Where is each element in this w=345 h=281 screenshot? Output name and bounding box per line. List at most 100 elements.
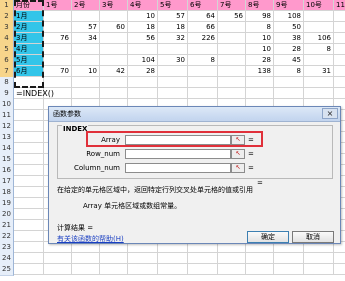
header-cell[interactable]: 3号 <box>100 0 128 11</box>
cell[interactable] <box>72 88 100 99</box>
cell[interactable]: 226 <box>188 33 218 44</box>
cell[interactable] <box>14 264 44 275</box>
cell[interactable]: 18 <box>128 22 158 33</box>
cell[interactable]: 34 <box>72 33 100 44</box>
cell[interactable] <box>14 187 44 198</box>
cell[interactable] <box>14 77 44 88</box>
cell[interactable] <box>72 44 100 55</box>
cell[interactable] <box>246 253 274 264</box>
cell[interactable] <box>334 22 345 33</box>
cell[interactable] <box>158 264 188 275</box>
cell[interactable] <box>128 253 158 264</box>
cell[interactable] <box>100 44 128 55</box>
cell[interactable] <box>334 77 345 88</box>
month-cell[interactable]: 3月 <box>14 33 44 44</box>
header-cell[interactable]: 10号 <box>304 0 334 11</box>
cell[interactable] <box>218 33 246 44</box>
header-cell[interactable]: 1号 <box>44 0 72 11</box>
cell[interactable] <box>218 77 246 88</box>
cell[interactable]: 60 <box>100 22 128 33</box>
cell[interactable] <box>44 11 72 22</box>
cell[interactable] <box>304 88 334 99</box>
cell[interactable] <box>72 11 100 22</box>
cell[interactable] <box>304 11 334 22</box>
cell[interactable] <box>14 209 44 220</box>
cell[interactable] <box>246 77 274 88</box>
cell[interactable]: 50 <box>274 22 304 33</box>
cell[interactable]: 57 <box>158 11 188 22</box>
month-cell[interactable]: 1月 <box>14 11 44 22</box>
cell[interactable] <box>44 44 72 55</box>
cell[interactable] <box>304 22 334 33</box>
cell[interactable] <box>44 77 72 88</box>
cell[interactable]: 106 <box>304 33 334 44</box>
cell[interactable]: 70 <box>44 66 72 77</box>
month-cell[interactable]: 4月 <box>14 44 44 55</box>
cell[interactable]: 66 <box>188 22 218 33</box>
cell[interactable] <box>304 55 334 66</box>
month-cell[interactable]: 2月 <box>14 22 44 33</box>
cell[interactable] <box>14 242 44 253</box>
cell[interactable] <box>158 77 188 88</box>
cell[interactable]: 64 <box>188 11 218 22</box>
cell[interactable] <box>14 231 44 242</box>
cell[interactable]: 57 <box>72 22 100 33</box>
header-cell[interactable]: 6号 <box>188 0 218 11</box>
cell[interactable] <box>274 77 304 88</box>
cell[interactable] <box>100 253 128 264</box>
cell[interactable]: 38 <box>274 33 304 44</box>
cell[interactable] <box>158 88 188 99</box>
cell[interactable] <box>218 253 246 264</box>
formula-cell[interactable]: =INDEX() <box>16 88 54 99</box>
cell[interactable] <box>188 88 218 99</box>
cell[interactable] <box>218 55 246 66</box>
cell[interactable]: 28 <box>246 55 274 66</box>
cell[interactable] <box>72 77 100 88</box>
cell[interactable] <box>128 88 158 99</box>
collapse-ref-icon[interactable]: ↖ <box>231 135 245 145</box>
cell[interactable] <box>218 22 246 33</box>
cell[interactable] <box>14 132 44 143</box>
cell[interactable] <box>44 253 72 264</box>
cell[interactable] <box>334 88 345 99</box>
cell[interactable] <box>188 66 218 77</box>
cell[interactable] <box>72 253 100 264</box>
cell[interactable] <box>14 99 44 110</box>
cell[interactable] <box>334 66 345 77</box>
cell[interactable]: 8 <box>304 44 334 55</box>
cell[interactable]: 8 <box>246 22 274 33</box>
cell[interactable] <box>334 11 345 22</box>
cell[interactable] <box>188 264 218 275</box>
cell[interactable] <box>158 66 188 77</box>
ok-button[interactable]: 确定 <box>247 231 289 243</box>
cell[interactable] <box>304 77 334 88</box>
cell[interactable] <box>14 165 44 176</box>
cell[interactable] <box>14 143 44 154</box>
cell[interactable] <box>218 88 246 99</box>
cell[interactable] <box>334 253 345 264</box>
cell[interactable] <box>218 66 246 77</box>
cell[interactable] <box>72 264 100 275</box>
cell[interactable] <box>128 264 158 275</box>
cell[interactable] <box>158 253 188 264</box>
month-cell[interactable]: 6月 <box>14 66 44 77</box>
cell[interactable] <box>188 77 218 88</box>
cell[interactable] <box>100 88 128 99</box>
cell[interactable]: 108 <box>274 11 304 22</box>
header-cell[interactable]: 7号 <box>218 0 246 11</box>
cell[interactable] <box>274 88 304 99</box>
cell[interactable]: 8 <box>188 55 218 66</box>
cell[interactable]: 98 <box>246 11 274 22</box>
header-cell[interactable]: 11号 <box>334 0 345 11</box>
cell[interactable]: 138 <box>246 66 274 77</box>
cell[interactable]: 10 <box>246 44 274 55</box>
array-input[interactable] <box>125 135 231 145</box>
cell[interactable] <box>100 77 128 88</box>
cell[interactable] <box>334 33 345 44</box>
cell[interactable]: 56 <box>218 11 246 22</box>
cell[interactable] <box>14 253 44 264</box>
cell[interactable] <box>334 44 345 55</box>
cell[interactable]: 18 <box>158 22 188 33</box>
row-header[interactable]: 25 <box>0 264 14 276</box>
close-button[interactable]: × <box>322 108 338 119</box>
